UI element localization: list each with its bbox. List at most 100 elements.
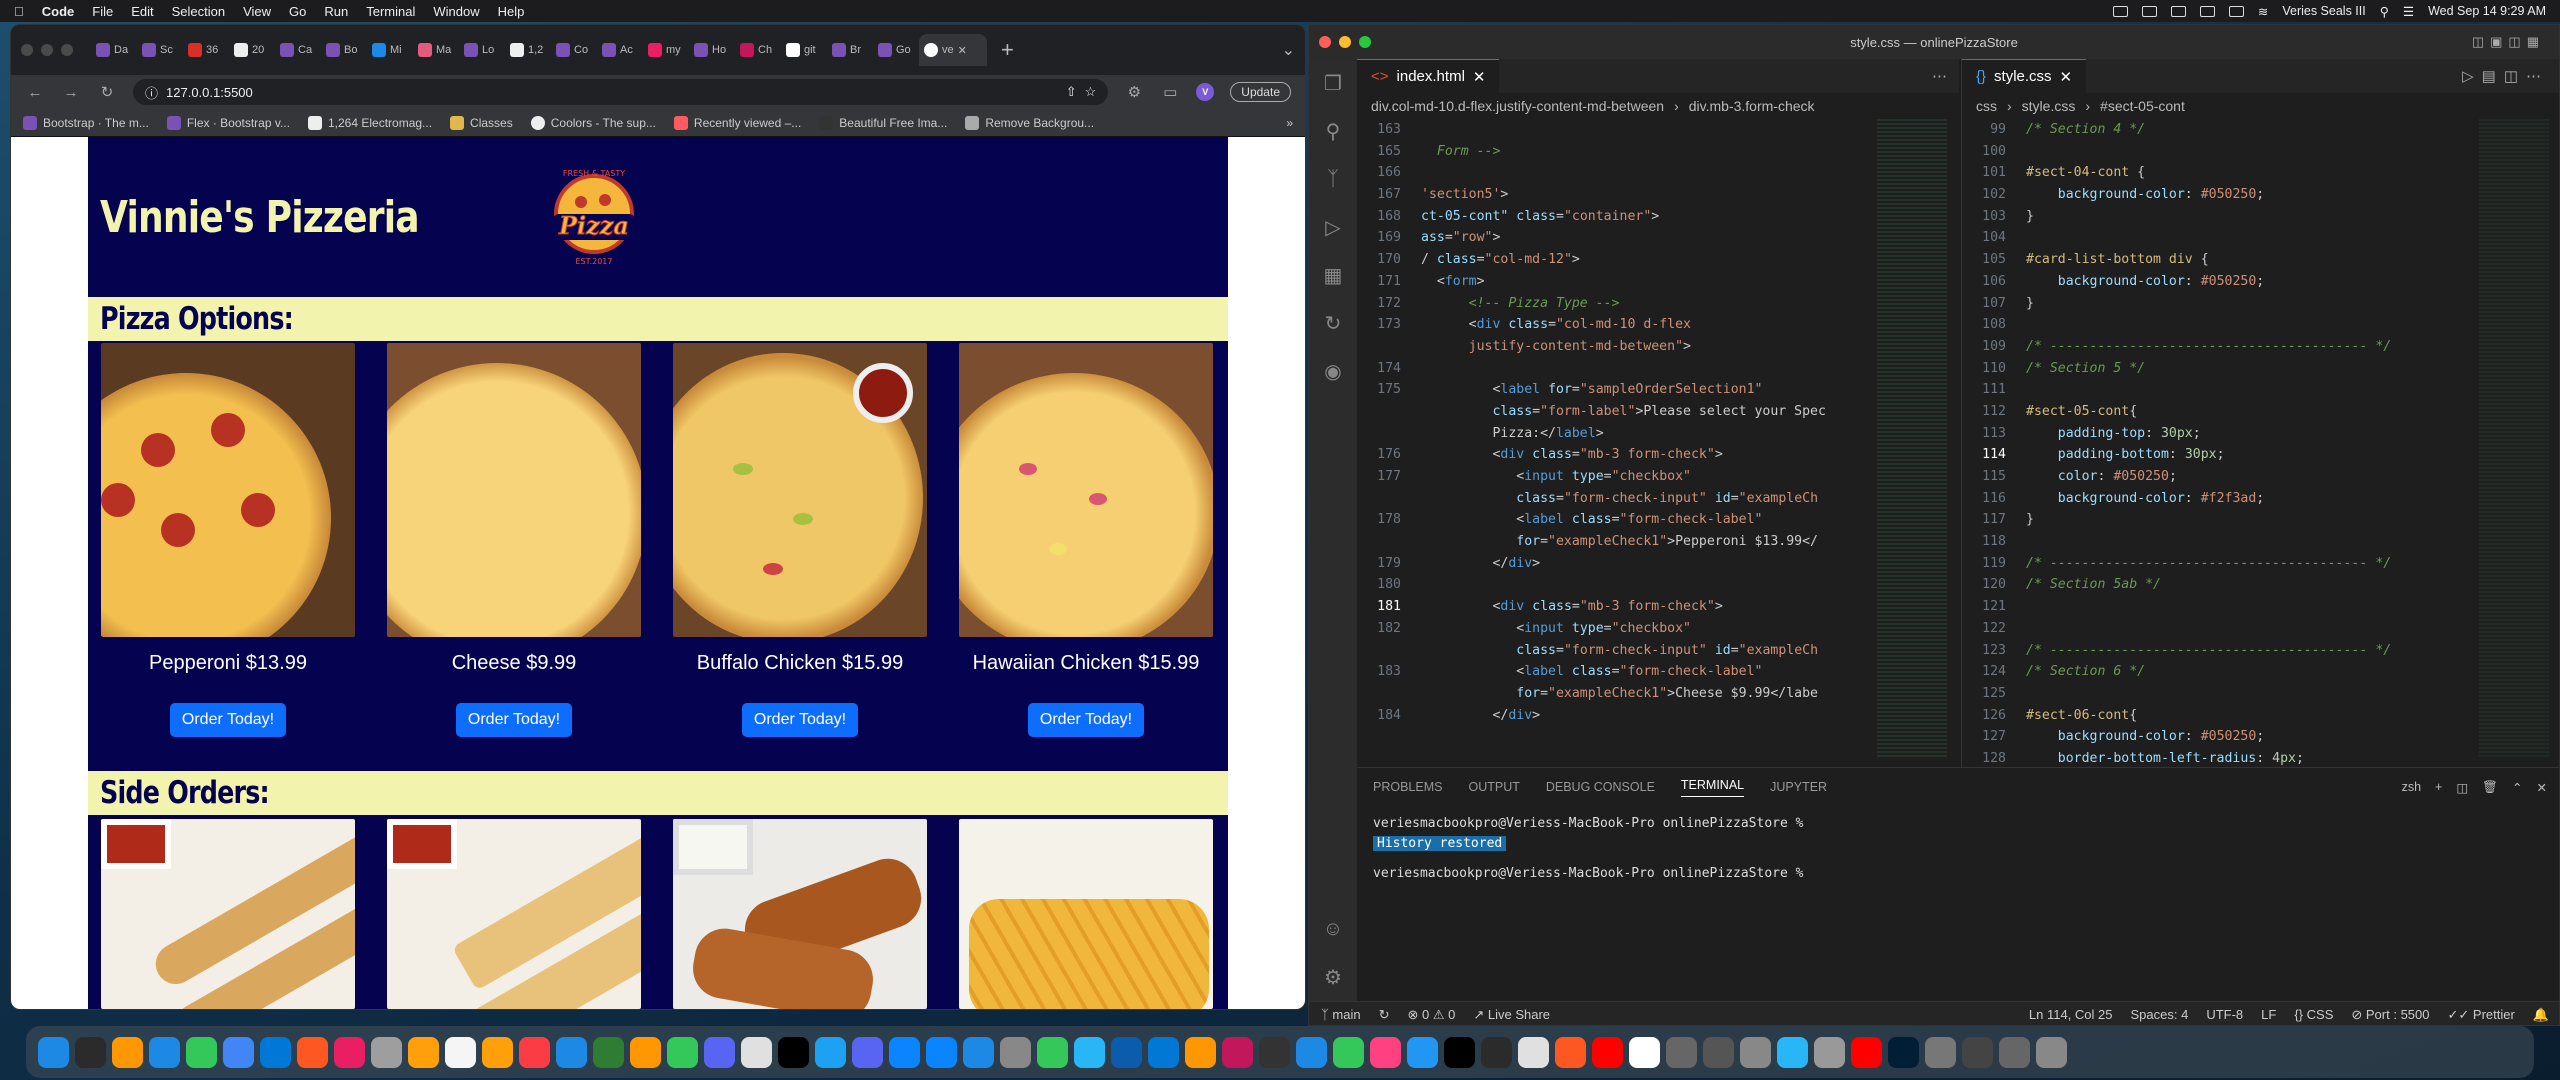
- tab-terminal[interactable]: TERMINAL: [1680, 778, 1745, 797]
- code-line[interactable]: 179 </div>: [1357, 553, 1959, 575]
- editor-actions-icon[interactable]: ▷▤◫⋯: [2462, 67, 2549, 85]
- tab-debug-console[interactable]: DEBUG CONSOLE: [1546, 780, 1655, 794]
- breadcrumb-item[interactable]: style.css: [2022, 98, 2076, 114]
- code-line[interactable]: 172 <!-- Pizza Type -->: [1357, 293, 1959, 315]
- menu-edit[interactable]: Edit: [131, 4, 153, 19]
- code-line[interactable]: 173 <div class="col-md-10 d-flex: [1357, 314, 1959, 336]
- bookmark-item[interactable]: Flex · Bootstrap v...: [166, 115, 290, 130]
- dock-app-icon[interactable]: [1814, 1036, 1845, 1068]
- new-terminal-icon[interactable]: +: [2435, 780, 2442, 794]
- code-line[interactable]: 100: [1962, 141, 2559, 163]
- breadcrumb-item[interactable]: #sect-05-cont: [2100, 98, 2185, 114]
- problems-indicator[interactable]: ⊗ 0 ⚠ 0: [1408, 1007, 1456, 1023]
- dock-app-icon[interactable]: [1407, 1036, 1438, 1068]
- browser-tab[interactable]: Ca: [275, 34, 317, 66]
- maximize-panel-icon[interactable]: ⌃: [2512, 780, 2522, 795]
- code-line[interactable]: 174: [1357, 358, 1959, 380]
- extensions-icon[interactable]: ⚙: [1124, 83, 1144, 101]
- dock-app-icon[interactable]: [408, 1036, 439, 1068]
- code-line[interactable]: 175 <label for="sampleOrderSelection1": [1357, 379, 1959, 401]
- browser-tab[interactable]: 20: [229, 34, 271, 66]
- dock-app-icon[interactable]: [852, 1036, 883, 1068]
- menu-window[interactable]: Window: [433, 4, 479, 19]
- profile-avatar[interactable]: V: [1196, 83, 1215, 101]
- browser-tab[interactable]: 36: [183, 34, 225, 66]
- dock-app-icon[interactable]: [556, 1036, 587, 1068]
- clock[interactable]: Wed Sep 14 9:29 AM: [2428, 4, 2546, 18]
- dock-app-icon[interactable]: [1111, 1036, 1142, 1068]
- code-line[interactable]: 105 #card-list-bottom div {: [1962, 249, 2559, 271]
- minimap[interactable]: [1877, 119, 1947, 759]
- bookmark-item[interactable]: Beautiful Free Ima...: [819, 115, 947, 130]
- dock-app-icon[interactable]: [593, 1036, 624, 1068]
- code-line[interactable]: 108: [1962, 314, 2559, 336]
- bookmark-item[interactable]: Classes: [450, 115, 513, 130]
- wifi-icon[interactable]: ≋: [2258, 4, 2268, 19]
- code-line[interactable]: 126 #sect-06-cont{: [1962, 705, 2559, 727]
- dock-app-icon[interactable]: [1740, 1036, 1771, 1068]
- search-icon[interactable]: ⚲: [1309, 107, 1357, 155]
- code-line[interactable]: 122: [1962, 618, 2559, 640]
- browser-tab[interactable]: git: [781, 34, 823, 66]
- bookmark-item[interactable]: Recently viewed –...: [673, 115, 801, 130]
- order-button[interactable]: Order Today!: [455, 703, 573, 737]
- dock-app-icon[interactable]: [1925, 1036, 1956, 1068]
- dock-app-icon[interactable]: [778, 1036, 809, 1068]
- dock-app-icon[interactable]: [1037, 1036, 1068, 1068]
- dock-app-icon[interactable]: [334, 1036, 365, 1068]
- dock-app-icon[interactable]: [1185, 1036, 1216, 1068]
- language-mode[interactable]: {} CSS: [2294, 1007, 2333, 1022]
- dock-app-icon[interactable]: [1148, 1036, 1179, 1068]
- dock-app-icon[interactable]: [112, 1036, 143, 1068]
- dock-app-icon[interactable]: [445, 1036, 476, 1068]
- code-line[interactable]: 184 </div>: [1357, 705, 1959, 727]
- browser-tab[interactable]: Ho: [689, 34, 731, 66]
- code-line[interactable]: 114 padding-bottom: 30px;: [1962, 444, 2559, 466]
- run-debug-icon[interactable]: ▷: [1309, 203, 1357, 251]
- code-line[interactable]: 120 /* Section 5ab */: [1962, 574, 2559, 596]
- dock-app-icon[interactable]: [1074, 1036, 1105, 1068]
- close-window-button[interactable]: [21, 44, 33, 56]
- tab-problems[interactable]: PROBLEMS: [1373, 780, 1442, 794]
- menu-run[interactable]: Run: [324, 4, 348, 19]
- menubar-app-icon[interactable]: [2199, 5, 2215, 17]
- sidepanel-icon[interactable]: ▭: [1160, 83, 1180, 101]
- more-actions-icon[interactable]: ⋯: [1932, 67, 1947, 85]
- browser-tab[interactable]: Co: [551, 34, 593, 66]
- shell-selector[interactable]: zsh: [2402, 780, 2421, 794]
- code-line[interactable]: 109 /* ----------------------------------…: [1962, 336, 2559, 358]
- code-line[interactable]: 124 /* Section 6 */: [1962, 661, 2559, 683]
- dock-app-icon[interactable]: [889, 1036, 920, 1068]
- browser-tab[interactable]: Mi: [367, 34, 409, 66]
- reload-button[interactable]: ↻: [97, 83, 117, 101]
- close-window-button[interactable]: [1319, 36, 1331, 48]
- code-line[interactable]: class="form-check-input" id="exampleCh: [1357, 488, 1959, 510]
- close-tab-icon[interactable]: ✕: [1473, 68, 1486, 86]
- browser-tab[interactable]: Go: [873, 34, 915, 66]
- menubar-app-icon[interactable]: [2141, 5, 2157, 17]
- line-ending[interactable]: LF: [2261, 1007, 2276, 1022]
- terminal-output[interactable]: veriesmacbookpro@Veriess-MacBook-Pro onl…: [1357, 806, 2559, 892]
- code-editor-html[interactable]: 163 165 Form --> 166 167 'section5'> 168 ct-05…: [1357, 119, 1959, 726]
- apple-icon[interactable]: : [14, 4, 24, 19]
- code-line[interactable]: 107}: [1962, 293, 2559, 315]
- minimize-window-button[interactable]: [1339, 36, 1351, 48]
- code-line[interactable]: Pizza:</label>: [1357, 423, 1959, 445]
- code-line[interactable]: 180: [1357, 574, 1959, 596]
- code-line[interactable]: 112 #sect-05-cont{: [1962, 401, 2559, 423]
- dock-app-icon[interactable]: [297, 1036, 328, 1068]
- dock-app-icon[interactable]: [1518, 1036, 1549, 1068]
- bookmark-item[interactable]: Bootstrap · The m...: [23, 115, 149, 130]
- browser-tab[interactable]: Br: [827, 34, 869, 66]
- menubar-app-icon[interactable]: [2228, 5, 2244, 17]
- new-tab-button[interactable]: +: [1001, 37, 1014, 63]
- code-line[interactable]: 110 /* Section 5 */: [1962, 358, 2559, 380]
- dock-app-icon[interactable]: [519, 1036, 550, 1068]
- code-line[interactable]: 106 background-color: #050250;: [1962, 271, 2559, 293]
- order-button[interactable]: Order Today!: [741, 703, 859, 737]
- code-line[interactable]: 104: [1962, 227, 2559, 249]
- code-line[interactable]: 116 background-color: #f2f3ad;: [1962, 488, 2559, 510]
- code-line[interactable]: for="exampleCheck1">Cheese $9.99</labe: [1357, 683, 1959, 705]
- address-bar[interactable]: ⓘ 127.0.0.1:5500 ⇧ ☆: [133, 79, 1109, 105]
- encoding[interactable]: UTF-8: [2206, 1007, 2243, 1022]
